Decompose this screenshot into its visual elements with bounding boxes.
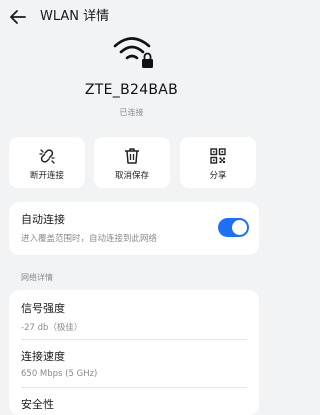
back-arrow-icon[interactable] [8,7,28,27]
network-details-card: 信号强度 -27 db（极佳） 连接速度 650 Mbps (5 GHz) 安全… [9,290,259,415]
network-ssid: ZTE_B24BAB [84,82,179,98]
signal-strength-label: 信号强度 [21,302,65,315]
wifi-locked-icon [113,37,153,68]
header: WLAN 详情 [0,0,263,34]
connection-status: 已连接 [119,108,144,117]
signal-strength-value: -27 db（极佳） [21,323,83,333]
section-title: 网络详情 [21,273,53,282]
forget-network-label: 取消保存 [114,171,149,181]
auto-connect-title: 自动连接 [21,213,65,226]
security-label: 安全性 [21,398,54,411]
security-row: 安全性 [21,396,54,412]
share-label: 分享 [209,171,227,181]
link-speed-label: 连接速度 [21,350,65,363]
auto-connect-row[interactable]: 自动连接 进入覆盖范围时，自动连接到此网络 [9,202,259,255]
share-button[interactable]: 分享 [180,137,256,188]
link-speed-row: 连接速度 650 Mbps (5 GHz) [21,348,97,379]
disconnect-label: 断开连接 [29,171,64,181]
disconnect-button[interactable]: 断开连接 [9,137,85,188]
divider [21,339,247,340]
qr-code-icon [210,148,226,164]
link-speed-value: 650 Mbps (5 GHz) [21,369,98,379]
trash-icon [125,148,139,164]
unlink-icon [39,149,55,164]
page-title: WLAN 详情 [40,9,110,24]
divider [21,387,247,388]
auto-connect-subtitle: 进入覆盖范围时，自动连接到此网络 [21,234,158,244]
auto-connect-toggle[interactable] [218,218,249,237]
forget-network-button[interactable]: 取消保存 [94,137,170,188]
toggle-knob [232,220,247,235]
signal-strength-row: 信号强度 -27 db（极佳） [21,300,82,333]
